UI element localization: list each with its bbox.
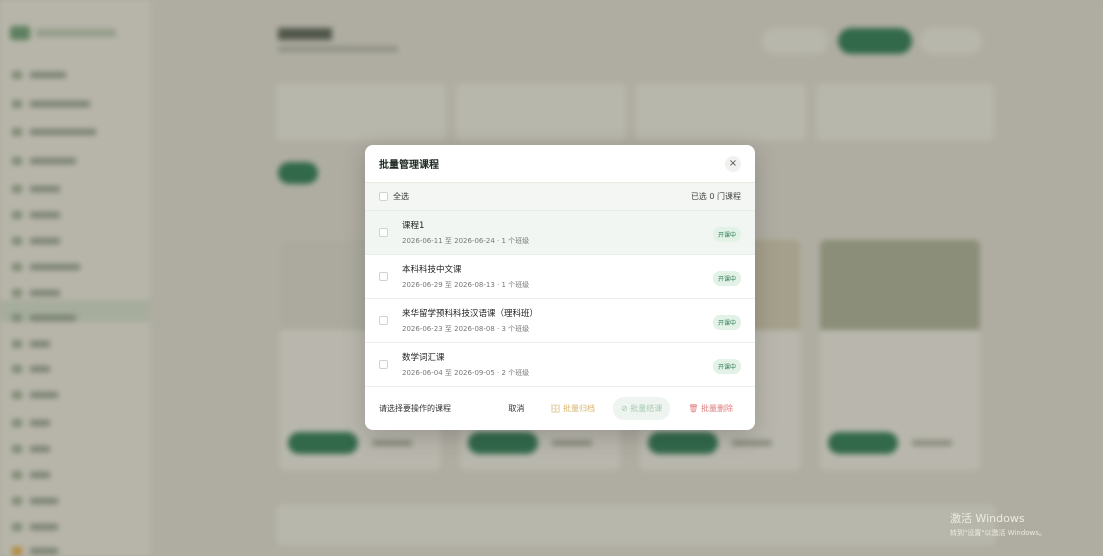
select-all-row[interactable]: 全选 已选 0 门课程 <box>365 182 755 211</box>
modal-footer: 请选择要操作的课程 取消 🗄 批量归档 ⊘ 批量结课 🗑 批量删除 <box>365 386 755 430</box>
batch-delete-button[interactable]: 🗑 批量删除 <box>680 397 741 420</box>
course-checkbox[interactable] <box>379 272 388 281</box>
selected-count: 已选 0 门课程 <box>690 192 741 201</box>
batch-end-button[interactable]: ⊘ 批量结课 <box>613 396 671 420</box>
watermark-line2: 转到"设置"以激活 Windows。 <box>950 529 1046 537</box>
windows-activation-watermark: 激活 Windows 转到"设置"以激活 Windows。 <box>950 510 1046 538</box>
footer-hint: 请选择要操作的课程 <box>379 403 451 413</box>
status-badge: 开课中 <box>712 359 741 374</box>
course-dates: 2026-06-04 至 2026-09-05 · 2 个班级 <box>402 369 530 377</box>
course-row[interactable]: 课程1 2026-06-11 至 2026-06-24 · 1 个班级 开课中 <box>365 211 755 255</box>
course-name: 数学词汇课 <box>402 353 445 363</box>
modal-header: 批量管理课程 × <box>365 145 755 182</box>
course-checkbox[interactable] <box>379 228 388 237</box>
course-row[interactable]: 本科科技中文课 2026-06-29 至 2026-08-13 · 1 个班级 … <box>365 255 755 299</box>
modal-title: 批量管理课程 <box>379 160 439 171</box>
close-icon[interactable]: × <box>725 155 741 172</box>
select-all-checkbox[interactable] <box>379 192 388 201</box>
batch-manage-modal: 批量管理课程 × 全选 已选 0 门课程 课程1 2026-06-11 至 20… <box>365 145 755 430</box>
course-name: 课程1 <box>402 221 425 231</box>
select-all-label: 全选 <box>393 192 409 201</box>
course-row[interactable]: 来华留学预科科技汉语课（理科班） 2026-06-23 至 2026-08-08… <box>365 299 755 343</box>
status-badge: 开课中 <box>712 271 741 286</box>
course-name: 本科科技中文课 <box>402 265 462 275</box>
course-checkbox[interactable] <box>379 360 388 369</box>
batch-archive-button[interactable]: 🗄 批量归档 <box>542 397 603 420</box>
cancel-button[interactable]: 取消 <box>500 397 532 420</box>
course-dates: 2026-06-11 至 2026-06-24 · 1 个班级 <box>402 237 530 245</box>
status-badge: 开课中 <box>712 315 741 330</box>
course-row[interactable]: 数学词汇课 2026-06-04 至 2026-09-05 · 2 个班级 开课… <box>365 343 755 387</box>
watermark-line1: 激活 Windows <box>950 512 1025 525</box>
status-badge: 开课中 <box>712 227 741 242</box>
select-all[interactable]: 全选 <box>379 191 409 202</box>
course-dates: 2026-06-29 至 2026-08-13 · 1 个班级 <box>402 281 530 289</box>
course-checkbox[interactable] <box>379 316 388 325</box>
course-name: 来华留学预科科技汉语课（理科班） <box>402 309 539 319</box>
course-dates: 2026-06-23 至 2026-08-08 · 3 个班级 <box>402 325 530 333</box>
